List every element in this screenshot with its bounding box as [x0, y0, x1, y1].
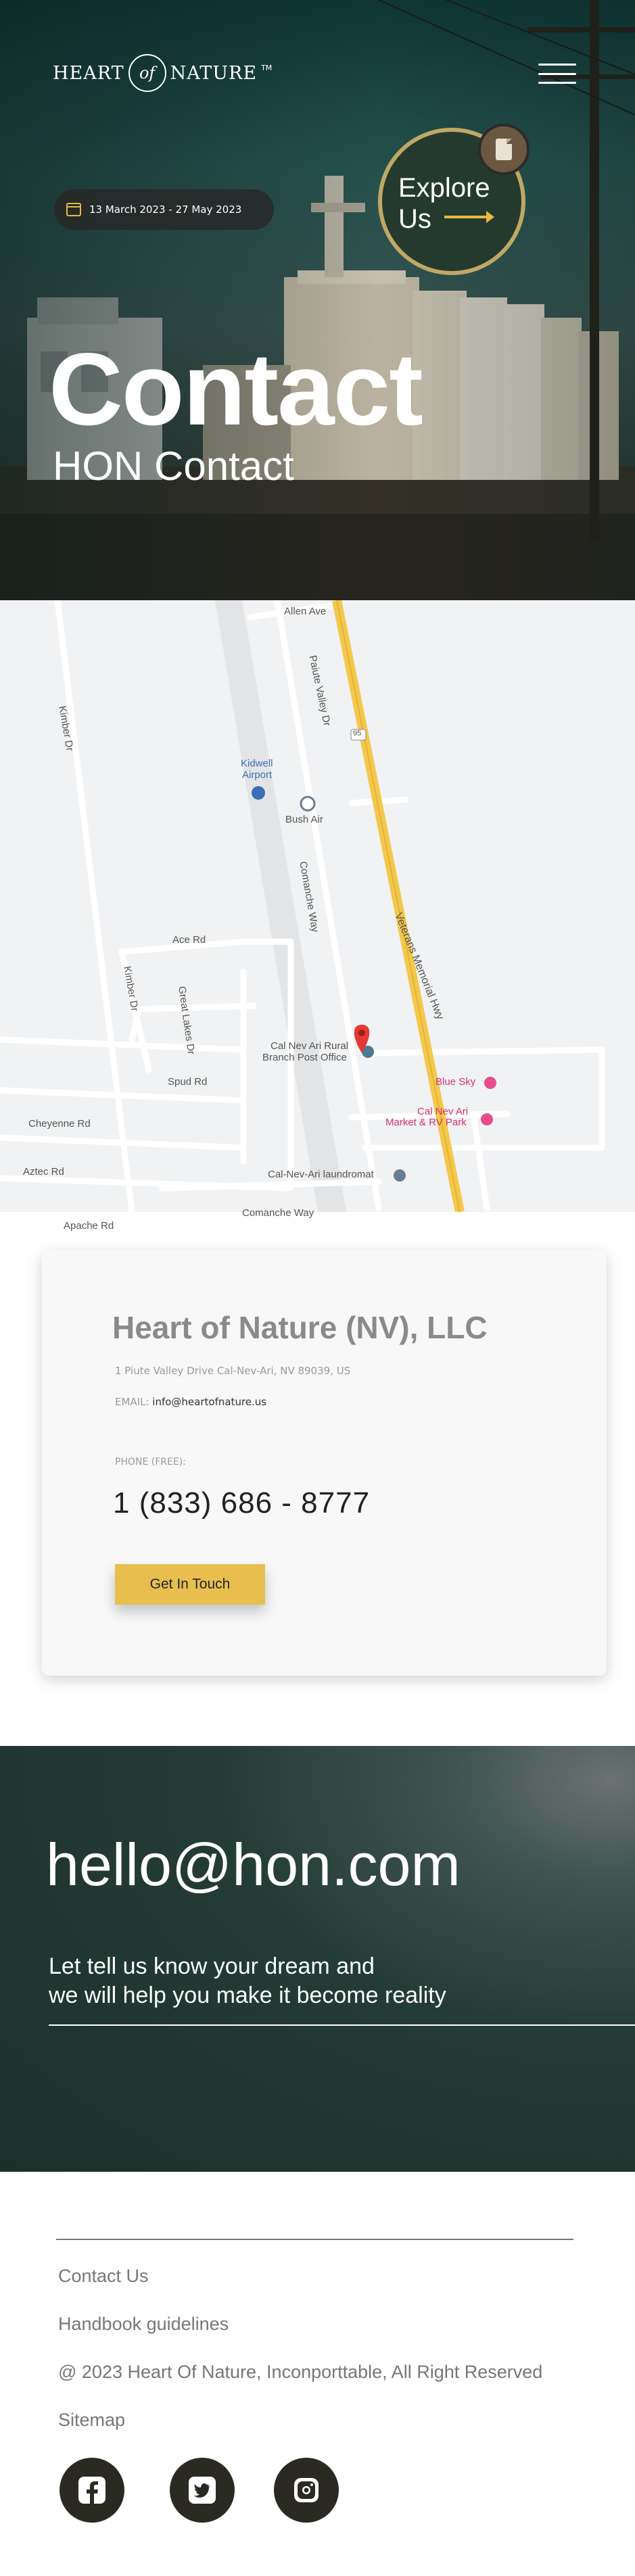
explore-label-line2: Us: [398, 204, 431, 234]
location-map[interactable]: Allen Ave Kimber Dr Paiute Valley Dr Kid…: [0, 600, 635, 1284]
map-label-cheyenne: Cheyenne Rd: [28, 1118, 91, 1129]
map-label-aztec: Aztec Rd: [23, 1166, 64, 1177]
instagram-button[interactable]: [274, 2458, 339, 2523]
logo-word-of: of: [139, 64, 156, 82]
get-in-touch-button[interactable]: Get In Touch: [115, 1564, 265, 1605]
banner-tagline: Let tell us know your dream and we will …: [49, 1952, 446, 2010]
map-label-post-office-2: Branch Post Office: [262, 1052, 347, 1063]
twitter-icon: [189, 2477, 216, 2504]
map-label-post-office-1: Cal Nev Ari Rural: [271, 1040, 349, 1052]
page-title: Contact: [49, 332, 423, 447]
phone-label: PHONE (FREE):: [115, 1457, 186, 1467]
twitter-button[interactable]: [170, 2458, 235, 2523]
facebook-icon: [78, 2477, 105, 2504]
email-label: EMAIL:: [115, 1396, 149, 1408]
logo-word-nature: NATURE: [170, 62, 258, 84]
logo-heart-icon: of: [128, 54, 166, 92]
map-label-market-1: Cal Nev Ari: [417, 1106, 469, 1117]
company-name: Heart of Nature (NV), LLC: [112, 1310, 488, 1345]
facebook-button[interactable]: [60, 2458, 124, 2523]
calendar-icon: [66, 203, 81, 216]
logo-word-heart: HEART: [53, 62, 124, 84]
company-address: 1 Piute Valley Drive Cal-Nev-Ari, NV 890…: [115, 1365, 351, 1377]
brand-logo[interactable]: HEART of NATURE TM: [53, 54, 272, 92]
map-label-spud: Spud Rd: [168, 1076, 208, 1088]
page-subtitle: HON Contact: [53, 443, 294, 489]
map-label-laundromat: Cal-Nev-Ari laundromat: [268, 1169, 374, 1180]
map-label-airport: Airport: [242, 769, 273, 781]
footer-link-contact[interactable]: Contact Us: [58, 2266, 149, 2287]
banner-email[interactable]: hello@hon.com: [46, 1830, 461, 1899]
footer-divider: [56, 2239, 573, 2240]
map-label-kidwell: Kidwell: [241, 758, 273, 769]
map-label-market-2: Market & RV Park: [385, 1117, 467, 1128]
explore-us-button[interactable]: Explore Us: [378, 124, 530, 275]
explore-label-line1: Explore: [398, 173, 490, 203]
footer-copyright: @ 2023 Heart Of Nature, Inconporttable, …: [58, 2362, 543, 2382]
explore-label: Explore Us: [398, 172, 490, 235]
map-label-apache: Apache Rd: [64, 1220, 114, 1232]
banner-tagline-line1: Let tell us know your dream and: [49, 1953, 375, 1979]
map-label-blue-sky: Blue Sky: [436, 1076, 476, 1088]
hero-section: HEART of NATURE TM 13 March 2023 - 27 Ma…: [0, 0, 635, 600]
map-label-hwy-95: 95: [353, 729, 362, 737]
hamburger-menu-icon[interactable]: [538, 64, 576, 84]
logo-trademark: TM: [261, 64, 273, 72]
phone-number[interactable]: 1 (833) 686 - 8777: [113, 1486, 370, 1520]
hello-banner: hello@hon.com Let tell us know your drea…: [0, 1746, 635, 2172]
explore-badge: [478, 124, 530, 175]
arrow-right-icon: [444, 211, 494, 223]
event-date-pill: 13 March 2023 - 27 May 2023: [54, 189, 274, 230]
document-icon: [496, 139, 512, 160]
contact-card: Heart of Nature (NV), LLC 1 Piute Valley…: [42, 1250, 607, 1676]
email-link[interactable]: info@heartofnature.us: [152, 1396, 266, 1408]
company-email-row: EMAIL: info@heartofnature.us: [115, 1396, 266, 1408]
banner-divider: [49, 2024, 635, 2026]
map-label-bush-air: Bush Air: [285, 814, 323, 825]
banner-tagline-line2: we will help you make it become reality: [49, 1983, 446, 2008]
map-label-ace: Ace Rd: [172, 934, 206, 946]
event-date-range: 13 March 2023 - 27 May 2023: [89, 203, 242, 216]
footer-link-handbook[interactable]: Handbook guidelines: [58, 2314, 229, 2335]
footer-link-sitemap[interactable]: Sitemap: [58, 2410, 125, 2431]
map-label-comanche-2: Comanche Way: [242, 1207, 314, 1219]
map-label-allen: Allen Ave: [284, 606, 327, 617]
instagram-icon: [294, 2478, 319, 2502]
